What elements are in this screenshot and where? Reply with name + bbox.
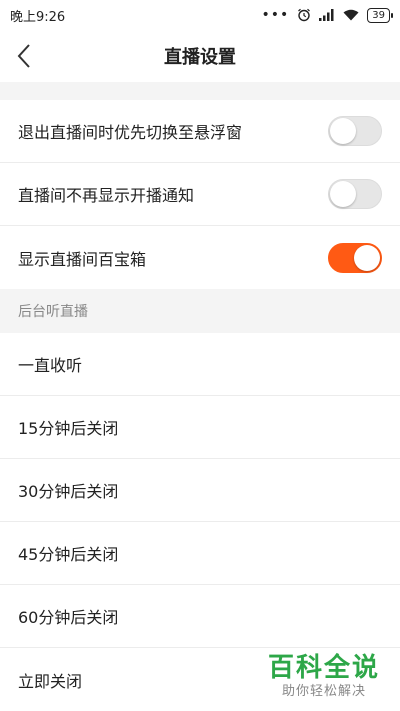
watermark-title: 百科全说 <box>267 653 380 683</box>
settings-list: 退出直播间时优先切换至悬浮窗 直播间不再显示开播通知 显示直播间百宝箱 后台听直… <box>0 100 400 711</box>
setting-label: 显示直播间百宝箱 <box>18 249 147 269</box>
option-row-30min[interactable]: 30分钟后关闭 <box>0 459 400 522</box>
signal-icon <box>319 9 334 21</box>
option-row-always[interactable]: 一直收听 <box>0 333 400 396</box>
setting-row-floating-window[interactable]: 退出直播间时优先切换至悬浮窗 <box>0 100 400 163</box>
status-bar: 晚上9:26 ••• 39 <box>0 0 400 30</box>
option-label: 15分钟后关闭 <box>18 419 119 438</box>
battery-icon: 39 <box>367 7 393 23</box>
status-icons: ••• 39 <box>261 7 393 23</box>
floating-window-toggle[interactable] <box>328 116 382 146</box>
option-row-45min[interactable]: 45分钟后关闭 <box>0 522 400 585</box>
more-dots-icon: ••• <box>261 7 290 23</box>
setting-label: 退出直播间时优先切换至悬浮窗 <box>18 123 243 142</box>
section-header-background-listen: 后台听直播 <box>0 289 400 333</box>
toggle-knob <box>330 181 356 207</box>
option-label: 60分钟后关闭 <box>18 608 119 627</box>
watermark-logo: 百科全说 助你轻松解决 <box>264 653 384 701</box>
back-button[interactable] <box>8 40 40 72</box>
toggle-knob <box>330 118 356 144</box>
page-title: 直播设置 <box>164 47 236 68</box>
alarm-icon <box>298 8 311 22</box>
treasure-box-toggle[interactable] <box>328 242 382 273</box>
option-row-60min[interactable]: 60分钟后关闭 <box>0 585 400 648</box>
chevron-left-icon <box>17 44 30 68</box>
wifi-icon <box>343 9 359 21</box>
option-label: 一直收听 <box>18 356 83 375</box>
option-label: 45分钟后关闭 <box>18 545 119 564</box>
section-divider <box>0 82 400 100</box>
option-row-15min[interactable]: 15分钟后关闭 <box>0 396 400 459</box>
nav-bar: 直播设置 <box>0 30 400 82</box>
setting-row-treasure-box[interactable]: 显示直播间百宝箱 <box>0 226 400 289</box>
option-label: 30分钟后关闭 <box>18 482 119 501</box>
toggle-knob <box>354 244 380 271</box>
status-time: 晚上9:26 <box>10 9 66 25</box>
watermark-subtitle: 助你轻松解决 <box>281 684 366 699</box>
no-live-notice-toggle[interactable] <box>328 179 382 209</box>
setting-label: 直播间不再显示开播通知 <box>18 186 195 205</box>
setting-row-no-live-notice[interactable]: 直播间不再显示开播通知 <box>0 163 400 226</box>
option-label: 立即关闭 <box>18 671 83 691</box>
